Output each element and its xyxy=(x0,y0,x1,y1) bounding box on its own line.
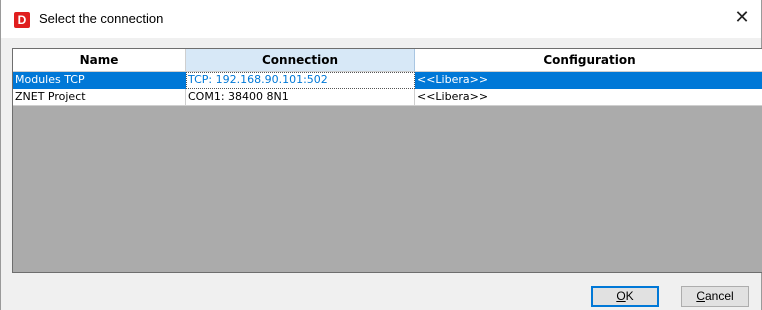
title-bar: D Select the connection ✕ xyxy=(1,0,761,38)
cell-configuration[interactable]: <<Libera>> xyxy=(415,72,762,89)
cell-connection[interactable]: COM1: 38400 8N1 xyxy=(186,89,415,106)
connections-grid[interactable]: Name Connection Configuration Modules TC… xyxy=(12,48,762,273)
cancel-button[interactable]: Cancel xyxy=(681,286,749,307)
cell-name[interactable]: ZNET Project xyxy=(13,89,186,106)
column-header-name[interactable]: Name xyxy=(13,49,186,72)
cell-name[interactable]: Modules TCP xyxy=(13,72,186,89)
cell-connection[interactable]: TCP: 192.168.90.101:502 xyxy=(186,72,415,89)
ok-button[interactable]: OK xyxy=(591,286,659,307)
window-title: Select the connection xyxy=(39,11,164,26)
column-header-configuration[interactable]: Configuration xyxy=(415,49,762,72)
column-header-connection[interactable]: Connection xyxy=(186,49,415,72)
table-row[interactable]: Modules TCP TCP: 192.168.90.101:502 <<Li… xyxy=(13,72,762,89)
select-connection-dialog: D Select the connection ✕ Name Connectio… xyxy=(0,0,762,310)
cell-configuration[interactable]: <<Libera>> xyxy=(415,89,762,106)
table-row[interactable]: ZNET Project COM1: 38400 8N1 <<Libera>> xyxy=(13,89,762,106)
cancel-label-rest: ancel xyxy=(704,289,734,303)
close-icon[interactable]: ✕ xyxy=(731,7,753,29)
app-icon: D xyxy=(14,12,30,28)
cancel-mnemonic: C xyxy=(696,289,705,303)
ok-mnemonic: O xyxy=(616,289,626,303)
ok-label-rest: K xyxy=(625,289,634,303)
